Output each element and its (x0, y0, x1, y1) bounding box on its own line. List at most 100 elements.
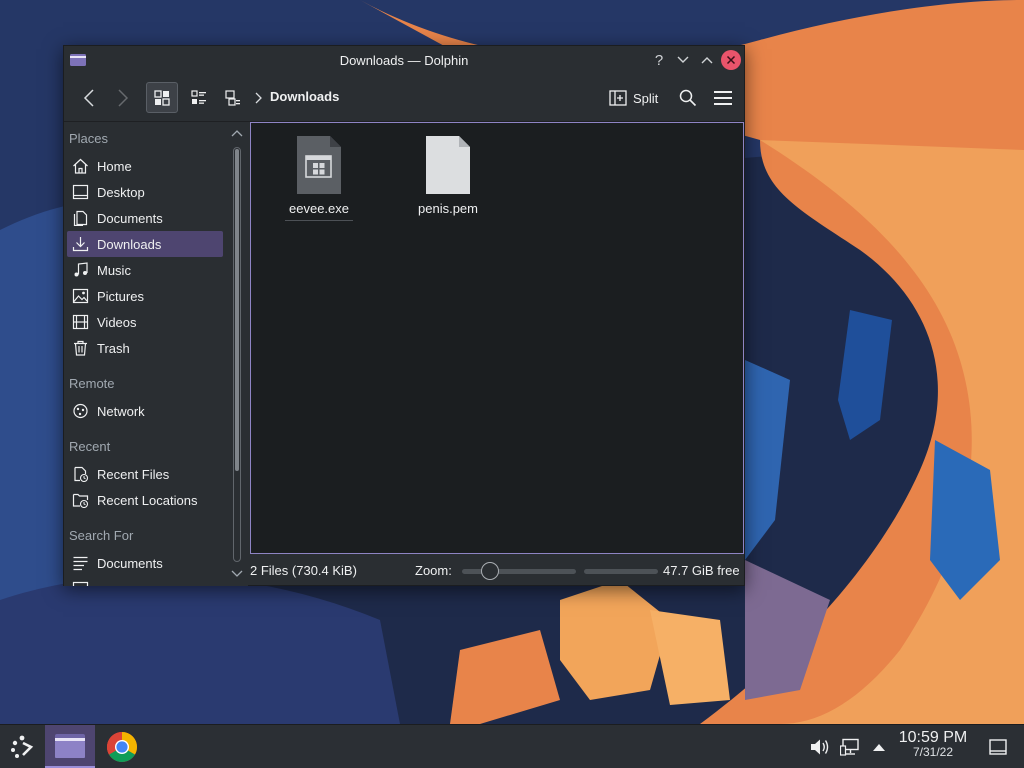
close-button[interactable] (721, 50, 741, 70)
free-space-label: 47.7 GiB free (663, 563, 740, 578)
places-item-search-documents[interactable]: Documents (67, 550, 223, 576)
places-item-desktop[interactable]: Desktop (67, 179, 223, 205)
zoom-slider-track[interactable] (462, 569, 576, 574)
music-icon (74, 262, 88, 277)
file-name-underline (285, 220, 353, 221)
help-button[interactable]: ? (649, 50, 669, 70)
clock[interactable]: 10:59 PM 7/31/22 (895, 730, 971, 760)
taskbar-chrome[interactable] (100, 727, 144, 767)
question-mark-icon: ? (654, 51, 664, 69)
places-item-music[interactable]: Music (67, 257, 223, 283)
places-item-label: Pictures (97, 288, 144, 304)
places-item-label: Desktop (97, 184, 145, 200)
file-name: penis.pem (418, 201, 478, 216)
zoom-label: Zoom: (415, 563, 452, 578)
scroll-down-arrow-icon[interactable] (231, 569, 243, 579)
file-item-eevee[interactable]: eevee.exe (271, 135, 367, 225)
close-icon (726, 55, 736, 65)
maximize-button[interactable] (697, 50, 717, 70)
documents-icon (73, 210, 88, 226)
partial-item-icon (72, 581, 89, 586)
pictures-icon (72, 288, 89, 304)
places-item-recent-files[interactable]: Recent Files (67, 461, 223, 487)
volume-button[interactable] (808, 735, 832, 759)
places-item-label: Documents (97, 555, 163, 571)
tray-arrow-up-icon (873, 744, 885, 751)
places-item-network[interactable]: Network (67, 398, 223, 424)
chrome-icon (106, 732, 138, 763)
hamburger-menu-icon (714, 91, 732, 105)
zoom-slider-handle[interactable] (481, 562, 500, 580)
details-view-button[interactable] (218, 82, 248, 113)
network-button[interactable] (838, 735, 862, 759)
search-button[interactable] (674, 84, 702, 112)
scroll-up-arrow-icon[interactable] (231, 128, 243, 138)
dolphin-app-icon (70, 54, 86, 66)
places-item-partial[interactable] (67, 576, 223, 586)
split-button[interactable]: Split (609, 83, 665, 113)
desktop-icon (72, 184, 89, 200)
breadcrumb-downloads[interactable]: Downloads (270, 89, 339, 104)
system-tray-expand-button[interactable] (868, 735, 890, 759)
back-button[interactable] (76, 85, 102, 111)
application-launcher-button[interactable] (4, 729, 40, 765)
places-item-documents[interactable]: Documents (67, 205, 223, 231)
places-item-videos[interactable]: Videos (67, 309, 223, 335)
places-item-label: Music (97, 262, 131, 278)
speaker-icon (811, 739, 829, 755)
places-item-pictures[interactable]: Pictures (67, 283, 223, 309)
icons-view-button[interactable] (146, 82, 178, 113)
hamburger-menu-button[interactable] (709, 84, 737, 112)
details-view-icon (225, 89, 240, 106)
show-desktop-button[interactable] (986, 735, 1010, 759)
places-item-home[interactable]: Home (67, 153, 223, 179)
taskbar: 10:59 PM 7/31/22 (0, 724, 1024, 768)
file-view[interactable]: eevee.exe penis.pem (250, 122, 744, 554)
disk-space-bar (584, 569, 658, 574)
places-item-label: Documents (97, 210, 163, 226)
places-item-recent-locations[interactable]: Recent Locations (67, 487, 223, 513)
steam-deck-launcher-icon (11, 735, 34, 758)
places-item-label: Network (97, 403, 145, 419)
recent-locations-icon (72, 493, 89, 508)
title-bar[interactable]: Downloads — Dolphin ? (64, 46, 744, 74)
places-item-label: Downloads (97, 236, 162, 252)
minimize-button[interactable] (673, 50, 693, 70)
places-item-label: Recent Locations (97, 492, 198, 508)
forward-button[interactable] (110, 85, 136, 111)
chevron-left-icon (83, 89, 94, 107)
scroll-thumb[interactable] (235, 149, 239, 471)
network-icon (73, 403, 88, 419)
places-item-trash[interactable]: Trash (67, 335, 223, 361)
file-name: eevee.exe (289, 201, 349, 216)
places-item-label: Videos (97, 314, 137, 330)
status-bar: 2 Files (730.4 KiB) Zoom: 47.7 GiB free (250, 556, 744, 586)
search-for-section-header: Search For (69, 528, 134, 543)
dolphin-folder-icon (55, 733, 85, 758)
home-icon (73, 158, 88, 174)
split-view-icon (609, 90, 627, 106)
places-section-header: Places (69, 131, 109, 146)
clock-date: 7/31/22 (912, 745, 954, 759)
network-wired-icon (840, 738, 859, 756)
scroll-track[interactable] (233, 147, 241, 562)
window-title: Downloads — Dolphin (339, 52, 469, 68)
taskbar-dolphin[interactable] (45, 725, 95, 768)
generic-file-icon (426, 136, 470, 194)
documents-search-icon (73, 556, 88, 571)
file-item-pem[interactable]: penis.pem (400, 135, 496, 225)
recent-files-icon (74, 466, 89, 482)
places-item-label: Home (97, 158, 132, 174)
clock-time: 10:59 PM (898, 729, 968, 746)
compact-view-button[interactable] (184, 82, 214, 113)
magnifier-icon (679, 89, 697, 107)
places-panel: Places Home Desktop Documents Downloads … (64, 123, 248, 586)
places-item-downloads[interactable]: Downloads (67, 231, 223, 257)
executable-file-icon (297, 136, 341, 194)
videos-icon (72, 314, 89, 330)
show-desktop-icon (989, 739, 1007, 755)
grid-view-icon (154, 89, 170, 106)
chevron-right-icon (118, 89, 129, 107)
compact-view-icon (191, 89, 206, 104)
places-scrollbar[interactable] (227, 123, 247, 586)
